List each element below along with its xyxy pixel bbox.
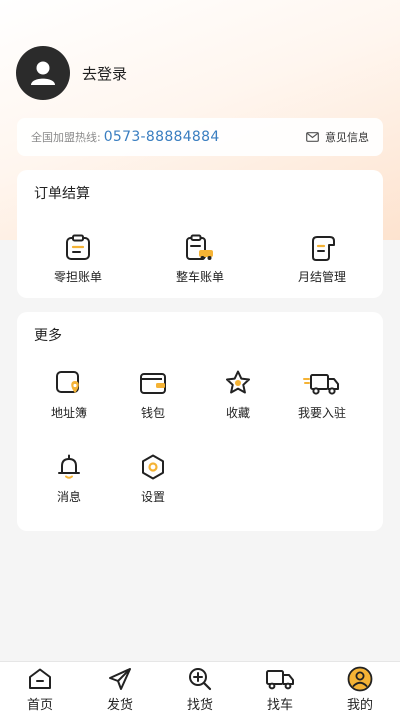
favorites-label: 收藏: [225, 406, 250, 420]
login-link[interactable]: 去登录: [82, 63, 127, 84]
messages-label: 消息: [56, 490, 81, 504]
feedback-button[interactable]: 意见信息: [306, 129, 369, 145]
bell-icon: [29, 452, 109, 482]
ledger-bill-button[interactable]: 零担账单: [33, 232, 123, 285]
order-settlement-title: 订单结算: [34, 186, 90, 202]
monthly-manage-label: 月结管理: [297, 270, 346, 284]
tab-send[interactable]: 发货: [80, 662, 160, 711]
address-book-icon: [29, 368, 109, 398]
search-goods-icon: [160, 666, 240, 692]
hotline-bar: 全国加盟热线: 0573-88884884 意见信息: [17, 118, 383, 156]
truck-bill-icon: [155, 232, 245, 264]
join-label: 我要入驻: [297, 406, 346, 420]
wallet-icon: [113, 368, 193, 398]
profile-section[interactable]: 去登录: [16, 46, 127, 100]
more-card: 更多 地址簿 钱包 收藏 我要入驻 消息 设置: [17, 312, 383, 531]
address-book-button[interactable]: 地址簿: [29, 368, 109, 421]
feedback-label: 意见信息: [325, 131, 369, 144]
truck-bill-label: 整车账单: [175, 270, 224, 284]
hotline-label: 全国加盟热线:: [31, 131, 101, 144]
tab-home-label: 首页: [26, 698, 53, 711]
more-title: 更多: [34, 328, 62, 344]
bottom-tab-bar: 首页 发货 找货 找车 我的: [0, 661, 400, 711]
monthly-manage-button[interactable]: 月结管理: [277, 232, 367, 285]
wallet-button[interactable]: 钱包: [113, 368, 193, 421]
favorites-button[interactable]: 收藏: [198, 368, 278, 421]
ledger-bill-label: 零担账单: [53, 270, 102, 284]
truck-bill-button[interactable]: 整车账单: [155, 232, 245, 285]
join-button[interactable]: 我要入驻: [282, 368, 362, 421]
home-icon: [0, 666, 80, 692]
monthly-manage-icon: [277, 232, 367, 264]
tab-profile[interactable]: 我的: [320, 662, 400, 711]
wallet-label: 钱包: [140, 406, 165, 420]
settings-button[interactable]: 设置: [113, 452, 193, 505]
send-icon: [80, 666, 160, 692]
profile-icon: [320, 666, 400, 692]
tab-find-truck-label: 找车: [266, 698, 293, 711]
hotline-number[interactable]: 0573-88884884: [104, 129, 220, 145]
tab-home[interactable]: 首页: [0, 662, 80, 711]
tab-profile-label: 我的: [346, 698, 373, 711]
tab-find-goods[interactable]: 找货: [160, 662, 240, 711]
star-icon: [198, 368, 278, 398]
ledger-icon: [33, 232, 123, 264]
delivery-truck-icon: [282, 368, 362, 398]
truck-icon: [240, 666, 320, 692]
user-avatar-icon[interactable]: [16, 46, 70, 100]
messages-button[interactable]: 消息: [29, 452, 109, 505]
tab-find-truck[interactable]: 找车: [240, 662, 320, 711]
tab-find-goods-label: 找货: [186, 698, 213, 711]
mail-icon: [306, 132, 319, 142]
settings-label: 设置: [140, 490, 165, 504]
order-settlement-card: 订单结算 零担账单 整车账单 月结管理: [17, 170, 383, 298]
address-book-label: 地址簿: [50, 406, 87, 420]
settings-icon: [113, 452, 193, 482]
tab-send-label: 发货: [106, 698, 133, 711]
